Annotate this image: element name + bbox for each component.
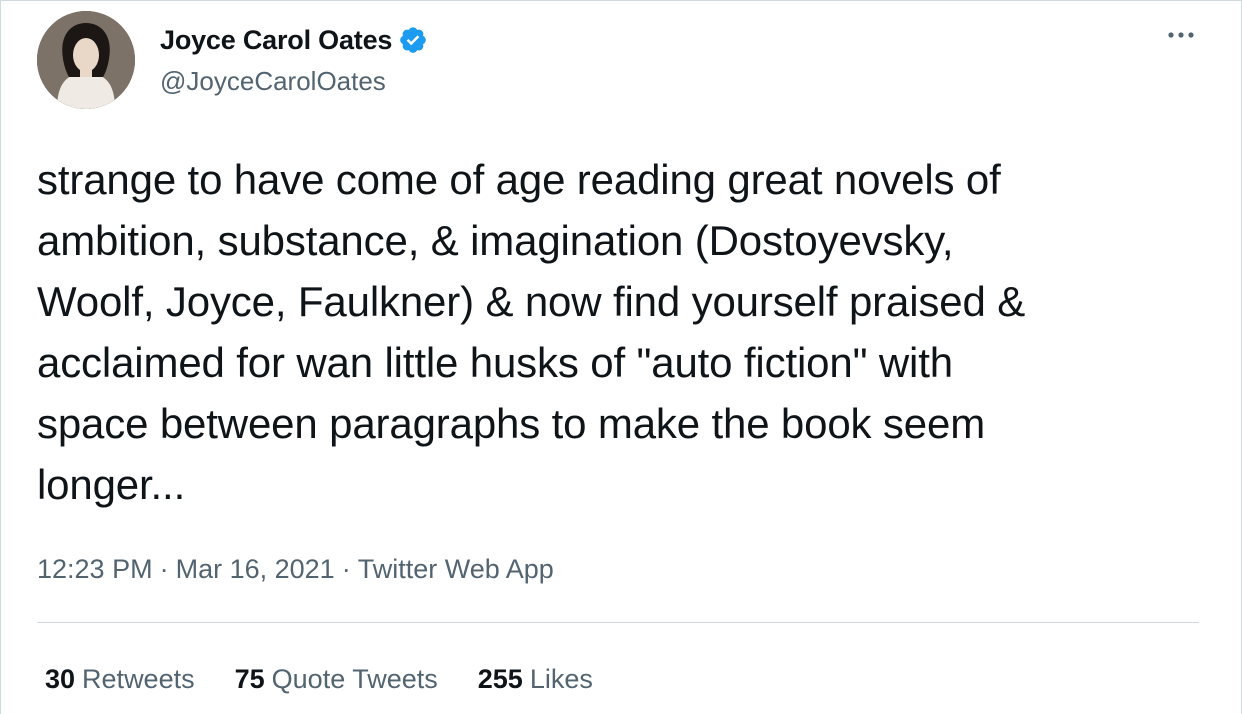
retweets-label: Retweets: [82, 664, 195, 694]
avatar[interactable]: [37, 11, 135, 109]
author-name-row: Joyce Carol Oates: [160, 23, 428, 57]
tweet-text: strange to have come of age reading grea…: [37, 156, 1026, 508]
meta-separator: ·: [341, 554, 351, 584]
display-name[interactable]: Joyce Carol Oates: [160, 23, 392, 57]
meta-separator: ·: [159, 554, 169, 584]
tweet-stats: 30 Retweets 75 Quote Tweets 255 Likes: [45, 661, 633, 697]
more-options-button[interactable]: [1163, 23, 1199, 47]
retweets-stat[interactable]: 30 Retweets: [45, 661, 195, 697]
tweet-source[interactable]: Twitter Web App: [358, 551, 554, 587]
quote-tweets-label: Quote Tweets: [271, 664, 438, 694]
likes-label: Likes: [529, 664, 593, 694]
divider: [37, 622, 1199, 623]
avatar-image: [37, 11, 135, 109]
tweet-time[interactable]: 12:23 PM: [37, 551, 153, 587]
retweets-count: 30: [45, 664, 76, 694]
more-horizontal-icon: [1168, 32, 1194, 38]
likes-count: 255: [477, 664, 523, 694]
verified-badge-icon: [398, 25, 428, 55]
author-handle[interactable]: @JoyceCarolOates: [160, 65, 386, 97]
tweet-date[interactable]: Mar 16, 2021: [176, 551, 335, 587]
likes-stat[interactable]: 255 Likes: [478, 661, 593, 697]
quote-tweets-stat[interactable]: 75 Quote Tweets: [235, 661, 438, 697]
quote-tweets-count: 75: [234, 664, 265, 694]
tweet-meta: 12:23 PM · Mar 16, 2021 · Twitter Web Ap…: [37, 551, 554, 587]
tweet-card: Joyce Carol Oates @JoyceCarolOates stran…: [0, 0, 1242, 714]
